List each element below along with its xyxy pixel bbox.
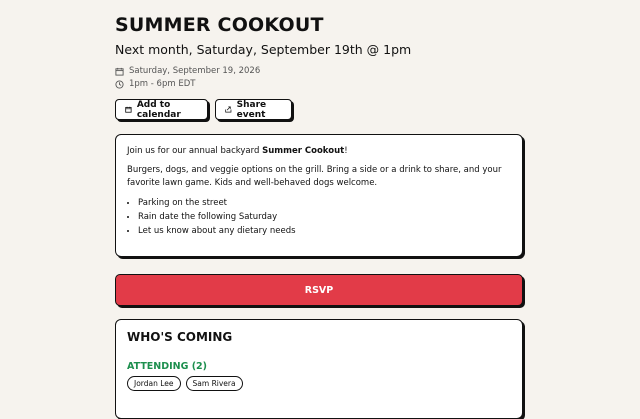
share-event-button[interactable]: Share event [215,99,292,120]
share-event-label: Share event [236,99,267,120]
event-time: 1pm - 6pm EDT [129,79,196,89]
attendee-pill: Jordan Lee [127,376,181,391]
attendee-list: Jordan Lee Sam Rivera [127,376,511,391]
event-description-card: Join us for our annual backyard Summer C… [115,134,523,257]
attending-heading: ATTENDING (2) [127,361,208,372]
intro-bold: Summer Cookout [262,146,345,156]
add-to-calendar-button[interactable]: Add to calendar [115,99,208,120]
rsvp-button[interactable]: RSVP [115,274,523,306]
list-item: Let us know about any dietary needs [138,225,511,238]
list-item: Rain date the following Saturday [138,211,511,224]
attendee-pill: Sam Rivera [185,376,243,391]
event-subtitle: Next month, Saturday, September 19th @ 1… [115,42,412,57]
event-time-row: 1pm - 6pm EDT [115,79,195,89]
intro-prefix: Join us for our annual backyard [127,146,263,156]
description-intro: Join us for our annual backyard Summer C… [127,145,511,158]
calendar-icon [125,106,132,113]
event-date: Saturday, September 19, 2026 [129,66,261,76]
share-icon [225,106,232,113]
intro-suffix: ! [344,146,348,156]
list-item: Parking on the street [138,197,511,210]
whos-coming-title: WHO'S COMING [127,330,233,344]
description-body: Burgers, dogs, and veggie options on the… [127,165,502,189]
clock-icon [115,79,124,89]
calendar-icon [115,67,124,76]
event-title: SUMMER COOKOUT [115,14,324,36]
add-to-calendar-label: Add to calendar [136,99,181,120]
event-date-row: Saturday, September 19, 2026 [115,66,260,76]
description-list: Parking on the street Rain date the foll… [127,197,511,239]
whos-coming-card: WHO'S COMING ATTENDING (2) Jordan Lee Sa… [115,319,523,419]
